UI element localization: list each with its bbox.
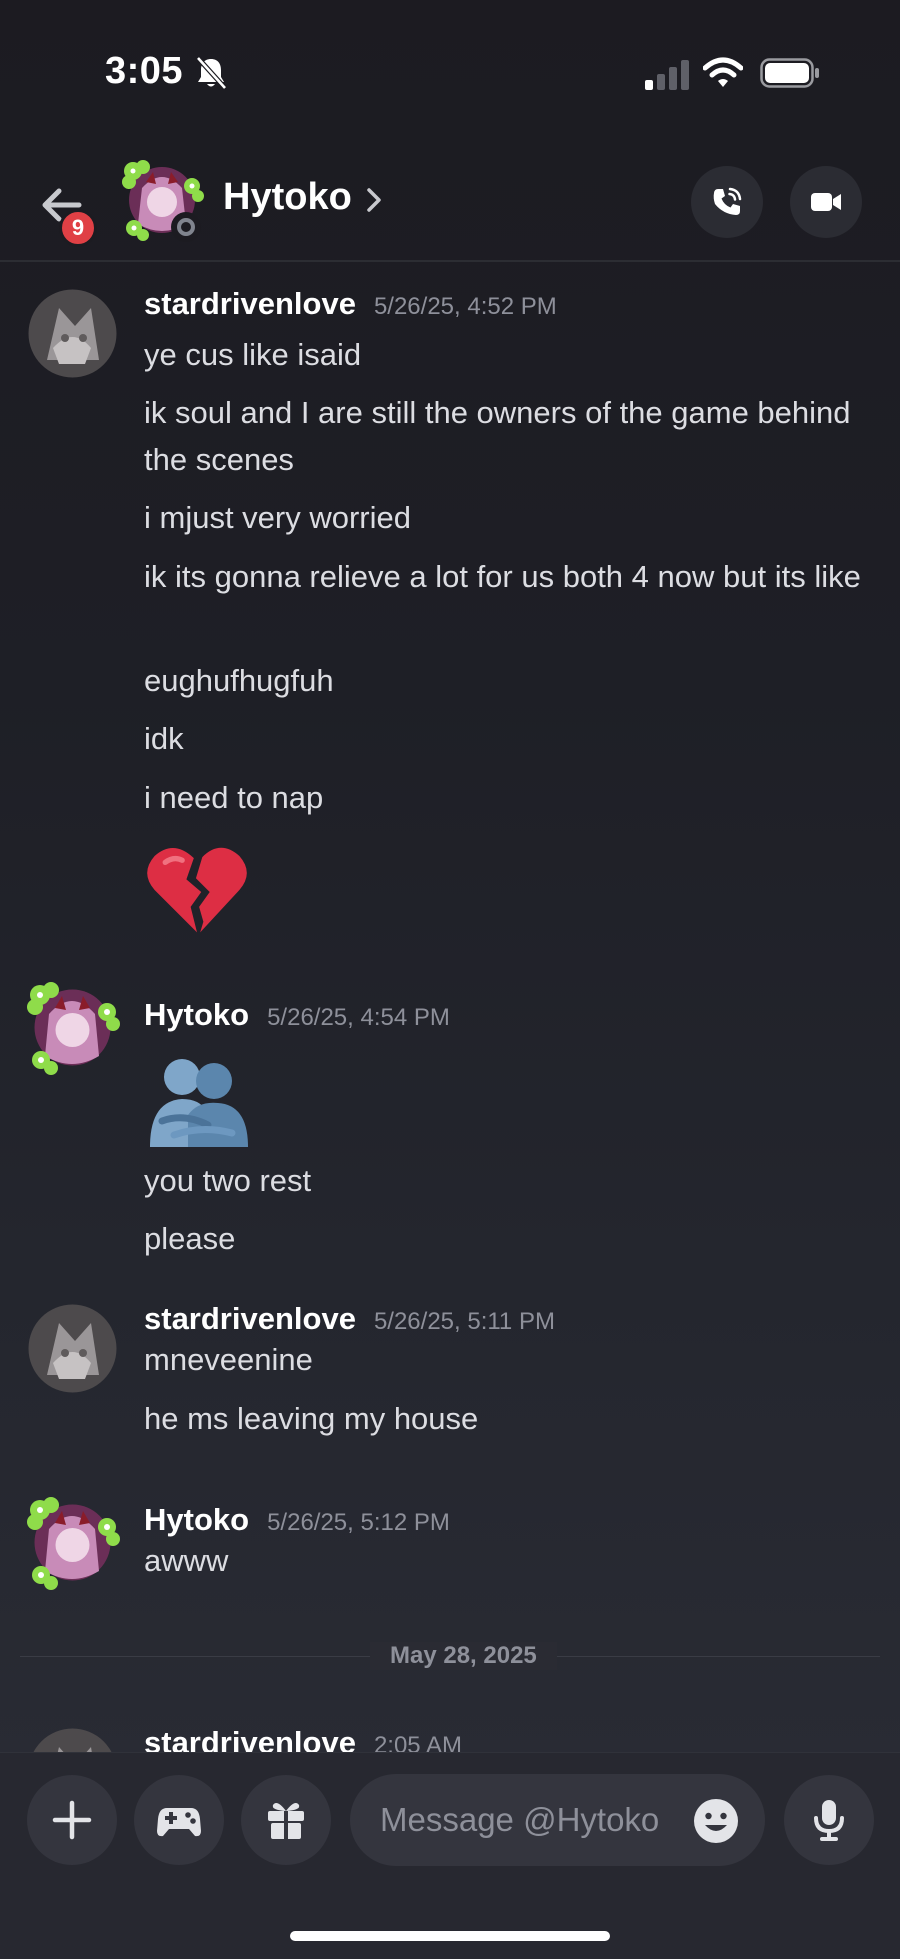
author-name[interactable]: stardrivenlove — [144, 1725, 356, 1752]
message-author[interactable]: stardrivenlove 5/26/25, 5:11 PM — [144, 1301, 555, 1337]
message-timestamp: 5/26/25, 4:54 PM — [267, 1004, 450, 1031]
offline-status-icon — [171, 212, 201, 242]
message-author[interactable]: Hytoko 5/26/25, 5:12 PM — [144, 1502, 450, 1538]
date-divider: May 28, 2025 — [20, 1642, 880, 1672]
message-timestamp: 5/26/25, 5:12 PM — [267, 1509, 450, 1536]
video-call-button[interactable] — [790, 166, 862, 238]
message-text[interactable]: ik its gonna relieve a lot for us both 4… — [144, 553, 864, 600]
message-text[interactable]: you two rest — [144, 1157, 864, 1204]
author-name[interactable]: stardrivenlove — [144, 286, 356, 321]
voice-message-button[interactable] — [784, 1775, 874, 1865]
message-text[interactable]: ik soul and I are still the owners of th… — [144, 389, 864, 483]
microphone-icon — [814, 1800, 844, 1841]
chevron-right-icon[interactable] — [364, 186, 384, 214]
message-input[interactable] — [380, 1794, 680, 1846]
message-timestamp: 2:05 AM — [373, 1732, 462, 1752]
phone-icon — [713, 187, 742, 215]
message-author[interactable]: Hytoko 5/26/25, 4:54 PM — [144, 997, 450, 1033]
message-author[interactable]: stardrivenlove 2:05 AM — [144, 1725, 462, 1752]
activities-button[interactable] — [134, 1775, 224, 1865]
message-timestamp: 5/26/25, 4:52 PM — [373, 293, 557, 320]
avatar[interactable] — [25, 1495, 120, 1590]
attach-button[interactable] — [27, 1775, 117, 1865]
date-divider-label: May 28, 2025 — [370, 1642, 557, 1670]
plus-icon — [52, 1800, 92, 1840]
message-text[interactable]: please — [144, 1215, 864, 1262]
video-camera-icon — [811, 193, 841, 211]
message-author[interactable]: stardrivenlove 5/26/25, 4:52 PM — [144, 286, 557, 322]
emoji-picker-icon[interactable] — [693, 1798, 739, 1844]
home-indicator[interactable] — [290, 1931, 610, 1941]
message-text[interactable]: he ms leaving my house — [144, 1395, 864, 1442]
message-list[interactable]: stardrivenlove 5/26/25, 4:52 PM ye cus li… — [0, 265, 900, 1752]
chat-header: 9 Hytoko — [0, 150, 900, 262]
message-text[interactable]: mneveenine — [144, 1336, 864, 1383]
gift-icon — [268, 1803, 304, 1839]
author-name[interactable]: Hytoko — [144, 997, 249, 1032]
message-text[interactable]: i need to nap — [144, 774, 864, 821]
wifi-icon — [703, 57, 743, 87]
voice-call-button[interactable] — [691, 166, 763, 238]
message-text[interactable]: ye cus like isaid — [144, 331, 864, 378]
unread-badge: 9 — [59, 209, 97, 247]
avatar[interactable] — [25, 1301, 120, 1396]
status-bar: 3:05 — [0, 0, 900, 130]
message-text[interactable]: i mjust very worried — [144, 494, 864, 541]
message-text[interactable]: awww — [144, 1537, 864, 1584]
clock: 3:05 — [105, 50, 184, 92]
message-text[interactable]: idk — [144, 715, 864, 762]
author-name[interactable]: Hytoko — [144, 1502, 249, 1537]
battery-icon — [760, 58, 819, 88]
avatar[interactable] — [25, 1725, 120, 1752]
broken-heart-icon[interactable] — [144, 843, 250, 939]
message-text[interactable]: eughufhugfuh — [144, 657, 864, 704]
channel-name[interactable]: Hytoko — [223, 176, 352, 219]
gamepad-icon — [157, 1808, 201, 1837]
message-input-box[interactable] — [350, 1774, 765, 1866]
avatar[interactable] — [25, 980, 120, 1075]
people-hugging-icon[interactable] — [144, 1055, 254, 1151]
author-name[interactable]: stardrivenlove — [144, 1301, 356, 1336]
message-timestamp: 5/26/25, 5:11 PM — [373, 1308, 555, 1335]
message-composer — [0, 1752, 900, 1959]
gift-button[interactable] — [241, 1775, 331, 1865]
cellular-signal-icon — [645, 60, 689, 90]
avatar[interactable] — [25, 286, 120, 381]
bell-muted-icon — [196, 56, 227, 90]
